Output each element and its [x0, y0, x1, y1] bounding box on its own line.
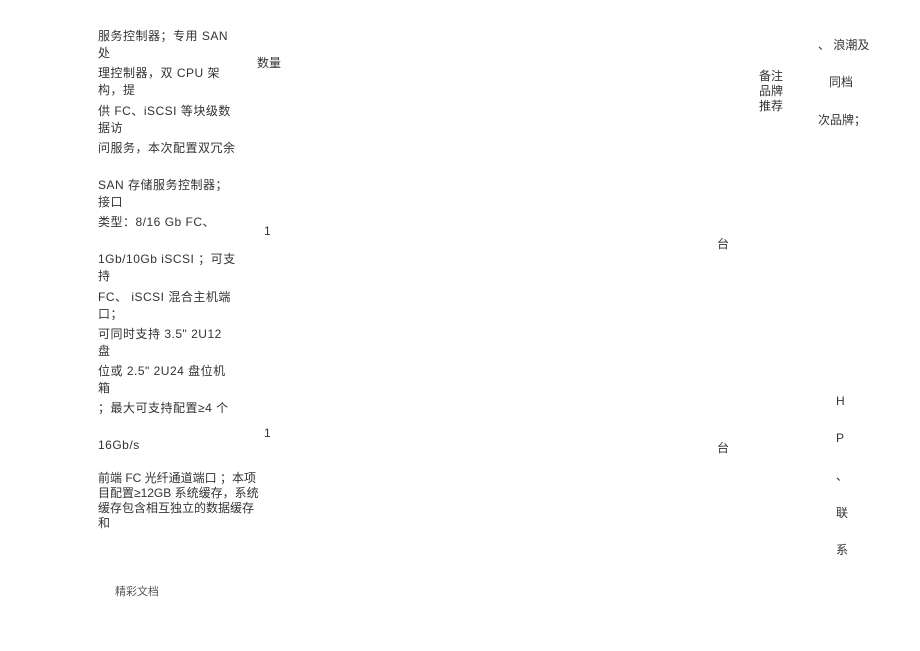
- spec-line-11: ；最大可支持配置≥4 个: [98, 400, 238, 417]
- brand-v-1: H: [836, 393, 845, 410]
- qty-value-1: 1: [264, 223, 271, 240]
- brand-v-3: 、: [836, 468, 848, 485]
- brand-line-3: 次品牌；: [818, 112, 866, 129]
- spec-line-5: SAN 存储服务控制器；接口: [98, 177, 238, 211]
- spec-line-6: 类型：8/16 Gb FC、: [98, 214, 238, 231]
- unit-value-2: 台: [717, 440, 729, 457]
- spec-line-4: 问服务，本次配置双冗余: [98, 140, 238, 157]
- spec-line-10: 位或 2.5" 2U24 盘位机箱: [98, 363, 238, 397]
- spec-line-9: 可同时支持 3.5" 2U12 盘: [98, 326, 238, 360]
- footer-label: 精彩文档: [115, 583, 159, 599]
- brand-v-2: P: [836, 430, 844, 447]
- spec-line-8: FC、 iSCSI 混合主机端 口；: [98, 289, 238, 323]
- spec-line-13c: 缓存包含相互独立的数据缓存: [98, 501, 268, 517]
- spec-line-3: 供 FC、iSCSI 等块级数据访: [98, 103, 238, 137]
- spec-line-13a: 前端 FC 光纤通道端口 ；本项: [98, 471, 268, 487]
- spec-line-13b: 目配置≥12GB 系统缓存，系统: [98, 486, 268, 502]
- brand-line-1: 、 浪潮及: [818, 37, 869, 54]
- spec-line-12: 16Gb/s: [98, 437, 238, 454]
- spec-line-13d: 和: [98, 516, 268, 532]
- spec-line-7: 1Gb/10Gb iSCSI ；可支持: [98, 251, 238, 285]
- brand-v-5: 系: [836, 542, 848, 559]
- unit-value-1: 台: [717, 236, 729, 253]
- brand-line-2: 同档: [829, 74, 853, 91]
- brand-v-4: 联: [836, 505, 848, 522]
- spec-line-2: 理控制器，双 CPU 架构，提: [98, 65, 238, 99]
- spec-line-1: 服务控制器；专用 SAN 处: [98, 28, 238, 62]
- qty-header: 数量: [257, 55, 281, 72]
- remarks-line-3: 推荐: [759, 98, 783, 115]
- qty-value-2: 1: [264, 425, 271, 442]
